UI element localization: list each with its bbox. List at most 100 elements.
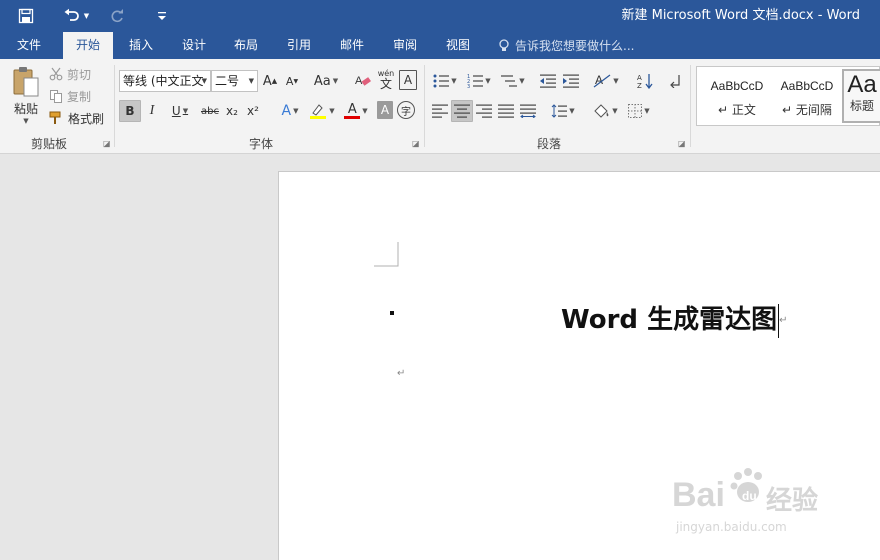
multilevel-dropdown-arrow[interactable]: ▼	[519, 77, 524, 85]
strikethrough-button[interactable]: abc	[199, 100, 221, 122]
borders-dropdown-arrow[interactable]: ▼	[644, 107, 649, 115]
tab-design[interactable]: 设计	[171, 32, 217, 59]
title-bar: ▼ 新建 Microsoft Word 文档.docx - Word	[0, 0, 880, 32]
phonetic-guide-button[interactable]: wén 文	[376, 68, 396, 92]
margin-corner-mark	[374, 242, 399, 267]
shrink-font-button[interactable]: A ▼	[284, 70, 300, 92]
tell-me-placeholder: 告诉我您想要做什么...	[515, 38, 635, 53]
show-formatting-marks-button[interactable]	[666, 70, 684, 92]
character-shading-button[interactable]: A	[377, 101, 393, 119]
tab-review[interactable]: 审阅	[382, 32, 428, 59]
line-spacing-dropdown-arrow[interactable]: ▼	[569, 107, 574, 115]
align-right-button[interactable]	[474, 100, 494, 122]
underline-icon: U	[171, 104, 181, 118]
lightbulb-icon	[499, 38, 509, 51]
subscript-button[interactable]: x₂	[223, 100, 241, 122]
font-size-combo[interactable]: 二号 ▼	[211, 70, 258, 92]
chinese-layout-icon: A	[593, 73, 611, 88]
decrease-indent-button[interactable]	[538, 70, 558, 92]
tab-references[interactable]: 引用	[276, 32, 322, 59]
tab-layout[interactable]: 布局	[223, 32, 269, 59]
shrink-font-icon: A	[285, 74, 294, 88]
style-sample: AaBbCcD	[710, 79, 764, 93]
enclose-characters-button[interactable]: 字	[397, 101, 415, 119]
style-name: ↵ 无间隔	[782, 103, 832, 117]
window-title: 新建 Microsoft Word 文档.docx - Word	[621, 8, 860, 23]
save-icon	[18, 8, 34, 24]
chinese-layout-dropdown-arrow[interactable]: ▼	[613, 77, 618, 85]
character-border-button[interactable]: A	[399, 70, 417, 90]
style-sample: AaBbCcD	[780, 79, 834, 93]
save-button[interactable]	[12, 0, 40, 32]
style-no-spacing[interactable]: AaBbCcD ↵ 无间隔	[773, 69, 841, 123]
change-case-dropdown-arrow[interactable]: ▼	[333, 77, 338, 85]
paste-dropdown-arrow[interactable]: ▼	[23, 117, 28, 125]
paste-button[interactable]: 粘贴 ▼	[6, 63, 46, 127]
align-left-button[interactable]	[430, 100, 450, 122]
line-spacing-icon	[551, 104, 568, 118]
clear-formatting-button[interactable]: A	[352, 70, 374, 92]
bullets-dropdown-arrow[interactable]: ▼	[451, 77, 456, 85]
bold-button[interactable]: B	[119, 100, 141, 122]
paragraph-bullet-mark	[390, 311, 394, 315]
clear-formatting-icon: A	[355, 75, 371, 87]
multilevel-list-button[interactable]: ▼	[498, 70, 528, 92]
shading-button[interactable]: ▼	[590, 100, 620, 122]
redo-button	[105, 0, 129, 32]
highlight-dropdown-arrow[interactable]: ▼	[329, 107, 334, 115]
superscript-button[interactable]: x²	[244, 100, 262, 122]
decrease-indent-icon	[540, 74, 556, 88]
tell-me-box[interactable]: 告诉我您想要做什么...	[498, 32, 634, 59]
style-normal[interactable]: AaBbCcD ↵ 正文	[701, 69, 773, 123]
tab-file[interactable]: 文件	[6, 32, 52, 59]
align-left-icon	[432, 104, 448, 118]
font-color-dropdown-arrow[interactable]: ▼	[362, 107, 367, 115]
tab-insert[interactable]: 插入	[118, 32, 164, 59]
highlighter-icon	[310, 104, 327, 119]
align-center-button[interactable]	[451, 100, 473, 122]
style-heading[interactable]: Aa 标题	[842, 69, 880, 123]
underline-button[interactable]: U ▼	[165, 100, 195, 122]
customize-qat-button[interactable]	[152, 0, 172, 32]
tab-mailings[interactable]: 邮件	[329, 32, 375, 59]
increase-indent-icon	[563, 74, 579, 88]
font-family-combo[interactable]: 等线 (中文正文 ▼	[119, 70, 211, 92]
distributed-button[interactable]	[518, 100, 538, 122]
change-case-button[interactable]: Aa ▼	[310, 70, 342, 92]
style-name: ↵ 正文	[718, 103, 756, 117]
styles-gallery: AaBbCcD ↵ 正文 AaBbCcD ↵ 无间隔 Aa 标题	[696, 66, 880, 126]
shading-dropdown-arrow[interactable]: ▼	[612, 107, 617, 115]
tab-view[interactable]: 视图	[435, 32, 481, 59]
ribbon-tab-bar: 文件 开始 插入 设计 布局 引用 邮件 审阅 视图	[0, 32, 880, 59]
highlight-color-button[interactable]: ▼	[306, 100, 338, 122]
format-painter-button[interactable]: 格式刷	[49, 109, 104, 127]
paragraph-mark: ↵	[779, 315, 788, 326]
text-effects-dropdown-arrow[interactable]: ▼	[293, 107, 298, 115]
paragraph-dialog-launcher-icon[interactable]: ◪	[678, 139, 686, 148]
italic-button[interactable]: I	[143, 100, 161, 122]
strikethrough-icon: abc	[201, 105, 219, 117]
tab-home[interactable]: 开始	[63, 32, 113, 59]
font-dialog-launcher-icon[interactable]: ◪	[412, 139, 420, 148]
font-color-button[interactable]: A ▼	[340, 100, 372, 122]
document-heading[interactable]: Word 生成雷达图 ↵	[561, 299, 788, 338]
undo-button[interactable]: ▼	[56, 0, 96, 32]
numbering-dropdown-arrow[interactable]: ▼	[485, 77, 490, 85]
increase-indent-button[interactable]	[561, 70, 581, 92]
bullets-button[interactable]: ▼	[430, 70, 460, 92]
character-shading-icon: A	[380, 103, 390, 117]
grow-font-button[interactable]: A ▲	[262, 70, 278, 92]
cut-label: 剪切	[67, 67, 92, 82]
numbering-button[interactable]: 123 ▼	[464, 70, 494, 92]
sort-button[interactable]: AZ	[635, 70, 655, 92]
justify-button[interactable]	[496, 100, 516, 122]
chinese-layout-button[interactable]: A ▼	[591, 70, 621, 92]
align-right-icon	[476, 104, 492, 118]
underline-dropdown-arrow[interactable]: ▼	[183, 107, 188, 115]
borders-button[interactable]: ▼	[624, 100, 654, 122]
clipboard-dialog-launcher-icon[interactable]: ◪	[103, 139, 111, 148]
font-group-label: 字体	[248, 137, 273, 151]
line-spacing-button[interactable]: ▼	[548, 100, 578, 122]
text-effects-button[interactable]: A ▼	[276, 100, 304, 122]
undo-dropdown-arrow[interactable]: ▼	[84, 12, 89, 20]
